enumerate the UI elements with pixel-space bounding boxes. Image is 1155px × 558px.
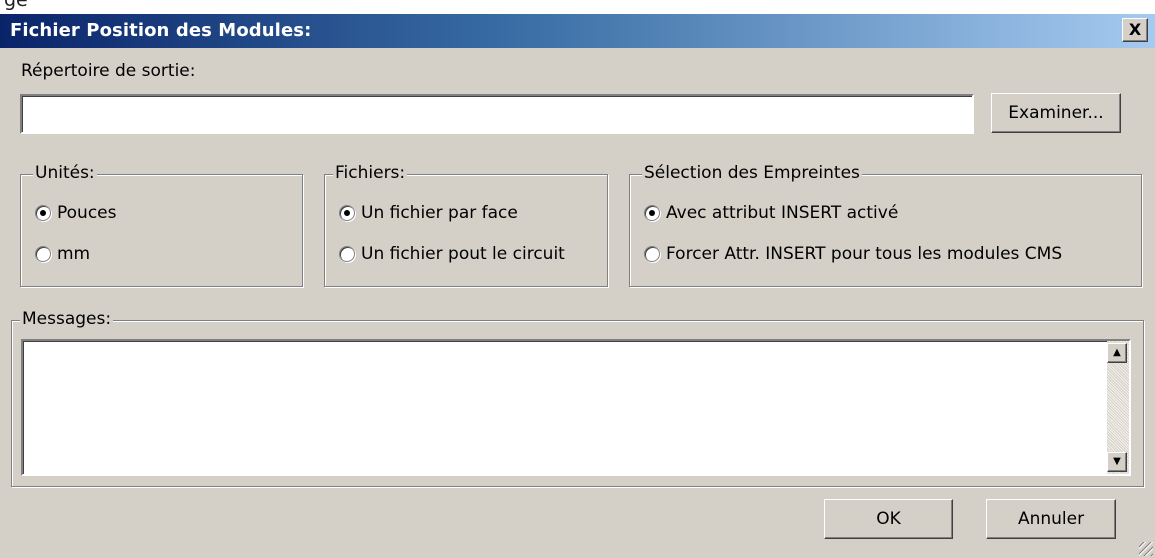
files-group: Fichiers: Un fichier par face Un fichier…: [324, 163, 608, 287]
messages-group-title: Messages:: [20, 309, 114, 329]
units-group-title: Unités:: [33, 163, 97, 183]
messages-scrollbar[interactable]: ▲ ▼: [1107, 341, 1129, 474]
scroll-down-icon: ▼: [1113, 456, 1121, 467]
scroll-up-icon: ▲: [1113, 347, 1121, 358]
dialog-title: Fichier Position des Modules:: [10, 20, 312, 41]
radio-force-insert-button[interactable]: [644, 246, 660, 262]
messages-group: Messages: ▲ ▼: [11, 309, 1144, 487]
radio-force-insert-label: Forcer Attr. INSERT pour tous les module…: [666, 244, 1063, 264]
radio-mm-label: mm: [57, 244, 91, 264]
footprint-selection-group: Sélection des Empreintes Avec attribut I…: [629, 163, 1142, 287]
background-window-strip: ge: [0, 0, 1155, 14]
footprint-selection-title: Sélection des Empreintes: [642, 163, 862, 183]
radio-insert-enabled-button[interactable]: [644, 205, 660, 221]
resize-grip-icon[interactable]: [1139, 542, 1153, 556]
files-group-title: Fichiers:: [333, 163, 408, 183]
close-button[interactable]: X: [1122, 18, 1148, 42]
title-bar[interactable]: Fichier Position des Modules: X: [0, 14, 1155, 48]
units-group: Unités: Pouces mm: [20, 163, 303, 287]
radio-file-per-side-label: Un fichier par face: [361, 203, 518, 223]
close-icon: X: [1128, 20, 1142, 39]
scroll-down-button[interactable]: ▼: [1107, 452, 1127, 472]
browse-button-label: Examiner...: [1008, 103, 1104, 123]
cancel-button[interactable]: Annuler: [986, 499, 1116, 539]
radio-file-per-board-label: Un fichier pout le circuit: [361, 244, 565, 264]
radio-file-per-board-button[interactable]: [339, 246, 355, 262]
ok-button[interactable]: OK: [824, 499, 953, 539]
cancel-button-label: Annuler: [1017, 509, 1085, 529]
output-dir-label: Répertoire de sortie:: [21, 61, 196, 81]
radio-insert-enabled-label: Avec attribut INSERT activé: [666, 203, 899, 223]
messages-textarea[interactable]: ▲ ▼: [21, 339, 1131, 476]
radio-inches-button[interactable]: [35, 205, 51, 221]
background-window-text: ge: [4, 0, 28, 11]
scroll-up-button[interactable]: ▲: [1107, 343, 1127, 363]
ok-button-label: OK: [876, 509, 901, 529]
radio-mm-button[interactable]: [35, 246, 51, 262]
output-dir-input[interactable]: [20, 94, 974, 134]
radio-file-per-side-button[interactable]: [339, 205, 355, 221]
browse-button[interactable]: Examiner...: [991, 93, 1121, 133]
position-file-dialog: Fichier Position des Modules: X Répertoi…: [0, 14, 1155, 558]
radio-inches-label: Pouces: [57, 203, 117, 223]
